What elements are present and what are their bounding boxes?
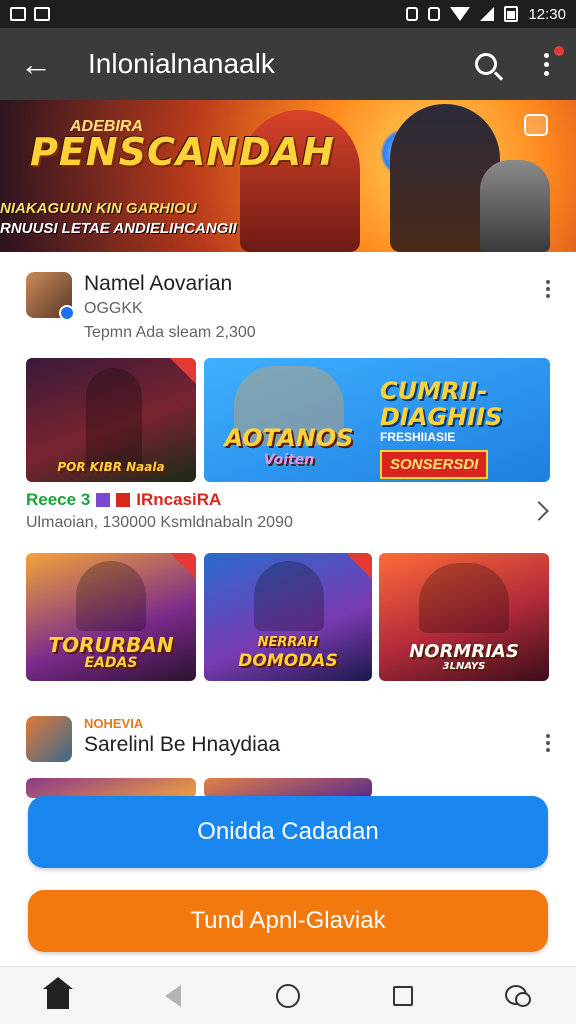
app-bar: ← Inlonialnanaalk [0,28,576,100]
cast-icon[interactable] [524,114,548,136]
app-notification-icon [34,7,50,21]
arrow-left-icon: ← [20,45,52,82]
section-header: Namel Aovarian OGGKK Tepmn Ada sleam 2,3… [0,272,576,342]
legend-purple-swatch [96,493,111,507]
row-meta: Ulmaoian, 130000 Ksmldnabaln 2090 [26,514,293,531]
primary-action-button[interactable]: Onidda Cadadan [28,796,548,868]
legend-green-label: Reece 3 [26,490,91,509]
legend-red-swatch [116,493,131,507]
nav-home-circle[interactable] [258,967,318,1024]
wifi-icon [450,7,471,21]
back-button[interactable]: ← [0,28,72,100]
banner-subtitle: NIAKAGUUN KIN GARHIOU [0,200,197,217]
photo-notification-icon [10,7,26,21]
secondary-action-button[interactable]: Tund Apnl-Glaviak [28,890,548,952]
more-vert-icon[interactable] [546,272,550,298]
chat-icon [505,984,532,1007]
signal-icon [480,7,495,21]
card-label: NERRAH [257,635,319,650]
card-ribbon [170,358,196,384]
promo-tag: SONSERSDI [380,450,489,479]
back-icon [164,984,181,1007]
bottom-navigation [0,966,576,1024]
nav-back[interactable] [143,967,203,1024]
game-card[interactable]: POR KIBR Naala [26,358,196,482]
nav-home[interactable] [28,967,88,1024]
more-vert-icon[interactable] [546,716,550,752]
more-vert-icon [543,52,549,76]
verified-icon [59,305,75,321]
game-card[interactable]: NERRAH DOMODAS [204,553,372,681]
card-hero-figure [76,561,146,631]
section-meta: Tepmn Ada sleam 2,300 [84,324,256,341]
status-bar: 12:30 [0,0,576,28]
banner-robot-figure [480,160,550,252]
card-label: AOTANOS [224,424,354,452]
recents-icon [393,985,414,1006]
promo-card[interactable]: AOTANOS Voiten CUMRII-DIAGHIIS FRESHIIAS… [204,358,550,482]
section-title: Sarelinl Be Hnaydiaa [84,733,281,756]
vibrate-icon [406,7,419,21]
app-title: Inlonialnanaalk [88,48,275,79]
card-hero-figure [86,368,142,468]
section-title: Namel Aovarian [84,272,233,295]
battery-icon [504,6,519,22]
search-button[interactable] [456,28,516,100]
card-sublabel: Voiten [263,452,315,468]
nav-recents[interactable] [373,967,433,1024]
card-label: POR KIBR Naala [57,460,165,474]
promo-title: CUMRII-DIAGHIIS [380,377,503,431]
promo-subtitle: FRESHIIASIE [380,430,456,444]
legend-row: Reece 3 IRncasiRA [26,490,550,510]
section-subtitle: OGGKK [84,300,143,317]
game-card[interactable] [204,778,372,798]
section-header: NOHEVIA Sarelinl Be Hnaydiaa [0,716,576,762]
game-card[interactable] [26,778,196,798]
notification-dot [554,46,564,56]
card-sublabel: DOMODAS [238,651,338,671]
section-tag: NOHEVIA [84,716,144,731]
card-hero-figure [419,563,509,633]
avatar[interactable] [26,272,75,321]
hero-banner[interactable]: ADEBIRA PENSCANDAH NIAKAGUUN KIN GARHIOU… [0,100,576,252]
legend-red-label: IRncasiRA [136,490,222,509]
banner-title: PENSCANDAH [30,130,335,174]
card-hero-figure [254,561,324,631]
card-ribbon [170,553,196,579]
avatar[interactable] [26,716,72,762]
card-ribbon [346,553,372,579]
data-icon [428,7,441,21]
card-sublabel: EADAS [84,655,138,671]
game-card[interactable]: NORMRIAS 3LNAYS [379,553,549,681]
card-label: NORMRIAS [409,641,519,662]
search-icon [475,53,497,75]
circle-icon [275,983,300,1008]
card-sublabel: 3LNAYS [442,661,486,672]
banner-subtitle: RNUUSI LETAE ANDIELIHCANGII [0,220,237,237]
promo-block: CUMRII-DIAGHIIS FRESHIIASIE SONSERSDI [380,377,530,479]
status-time: 12:30 [528,5,566,23]
overflow-menu-button[interactable] [516,28,576,100]
nav-chat[interactable] [488,967,548,1024]
home-icon [42,976,73,1009]
card-label: TORURBAN [48,633,174,657]
game-card[interactable]: TORURBAN EADAS [26,553,196,681]
